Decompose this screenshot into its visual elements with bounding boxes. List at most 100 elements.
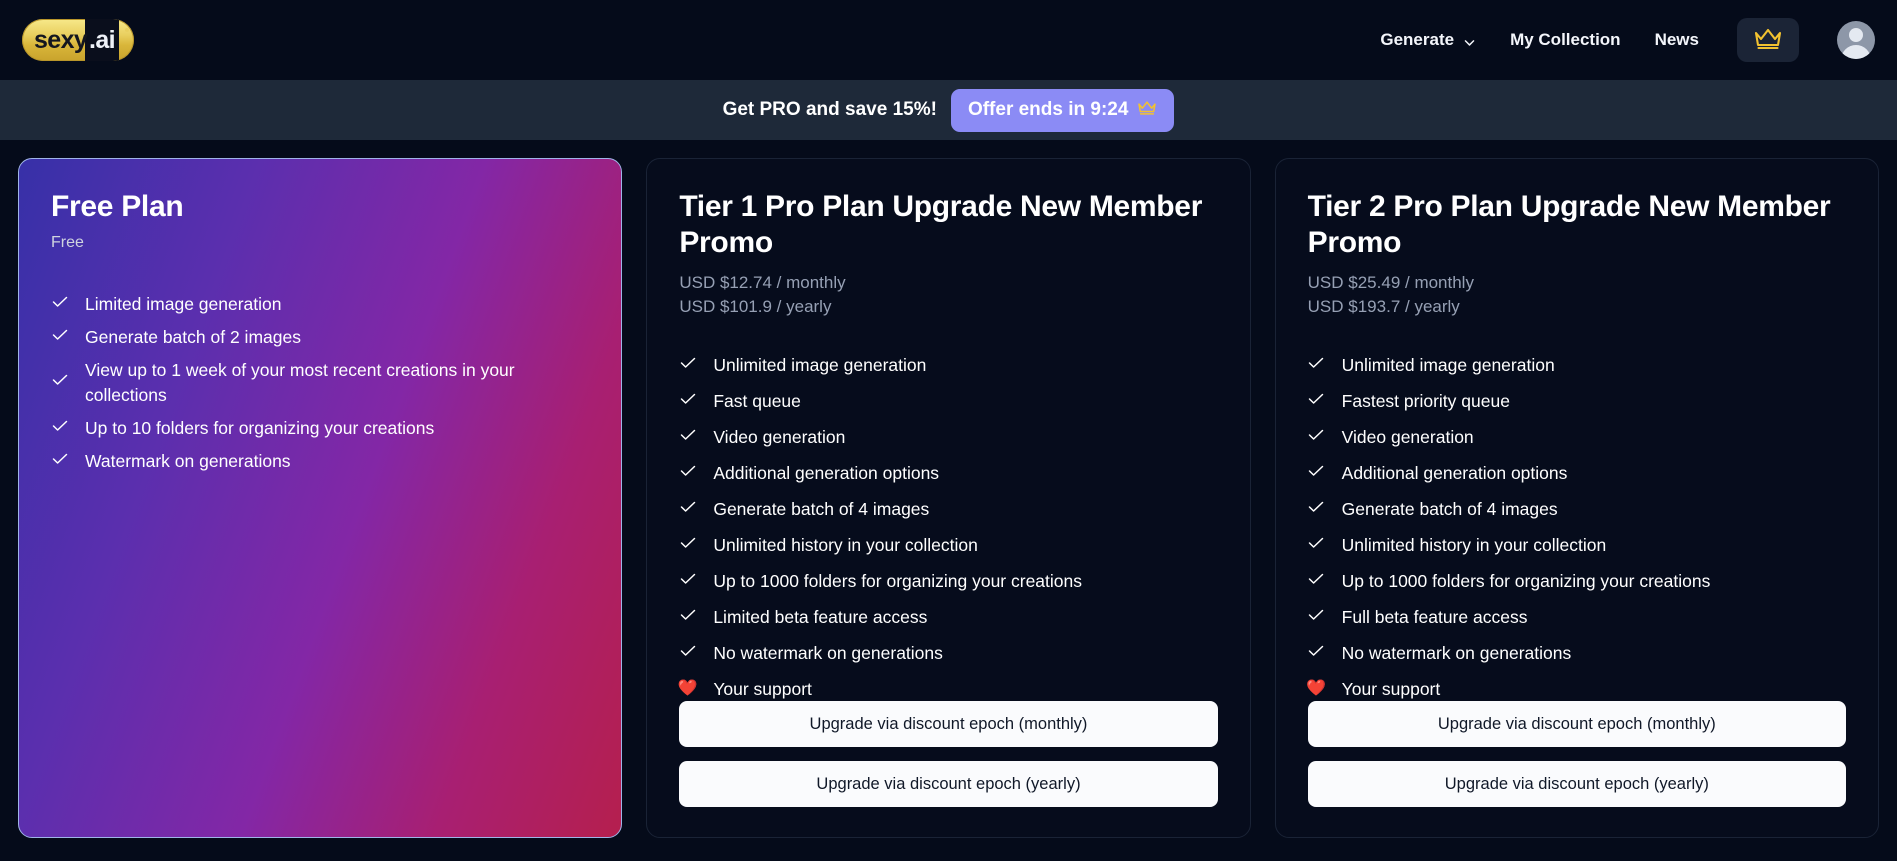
feature-item: Fast queue [679,389,1217,414]
avatar-body-icon [1841,45,1871,59]
feature-item: Generate batch of 2 images [51,325,589,350]
feature-label: No watermark on generations [713,642,943,663]
feature-item: View up to 1 week of your most recent cr… [51,358,589,408]
feature-label: Generate batch of 4 images [713,498,930,519]
feature-item: Limited beta feature access [679,605,1217,630]
check-icon [1308,389,1325,405]
feature-item: Unlimited history in your collection [679,533,1217,558]
check-icon [679,461,696,477]
crown-icon [1137,99,1157,122]
site-logo[interactable]: sexy .ai [22,19,134,61]
feature-item: No watermark on generations [679,641,1217,666]
nav-item-generate[interactable]: Generate [1380,30,1476,50]
feature-list: Limited image generation Generate batch … [51,292,589,474]
feature-label: Limited image generation [85,294,282,314]
feature-item: Generate batch of 4 images [1308,497,1846,522]
logo-dot-accent-icon [125,28,129,32]
check-icon [51,449,68,465]
cta-group: Upgrade via discount epoch (monthly) Upg… [1307,701,1846,807]
check-icon [679,569,696,585]
crown-icon [1753,26,1783,55]
feature-label: Additional generation options [713,462,940,483]
promo-headline: Get PRO and save 15%! [722,99,937,120]
check-icon [679,497,696,513]
price-monthly: USD $12.74 / monthly [679,273,846,292]
feature-label: No watermark on generations [1341,642,1572,663]
user-avatar[interactable] [1837,21,1875,59]
plans-container: Free Plan Free Limited image generation … [0,140,1897,838]
check-icon [1308,497,1325,513]
check-icon [51,292,68,308]
feature-item: Video generation [1308,425,1846,450]
nav-item-generate-label: Generate [1380,30,1455,49]
heart-icon: ❤️ [677,679,698,697]
price-monthly: USD $25.49 / monthly [1307,273,1474,292]
check-icon [51,358,68,386]
upgrade-yearly-button[interactable]: Upgrade via discount epoch (yearly) [1307,761,1846,807]
feature-label: Unlimited image generation [713,354,927,375]
check-icon [51,325,68,341]
feature-item: Limited image generation [51,292,589,317]
cta-group: Upgrade via discount epoch (monthly) Upg… [679,701,1218,807]
check-icon [679,605,696,621]
feature-item: Unlimited image generation [679,353,1217,378]
offer-countdown-pill[interactable]: Offer ends in 9:24 [950,88,1175,132]
logo-suffix-box: .ai [85,19,119,61]
feature-item: Generate batch of 4 images [679,497,1217,522]
check-icon [51,416,68,432]
check-icon [1308,569,1325,585]
feature-label: Full beta feature access [1341,606,1528,627]
feature-item: Unlimited history in your collection [1308,533,1846,558]
feature-label: Generate batch of 4 images [1341,498,1558,519]
plan-title: Tier 1 Pro Plan Upgrade New Member Promo [679,190,1203,259]
logo-text-primary: sexy [34,25,88,54]
price-block: USD $12.74 / monthly USD $101.9 / yearly [679,271,1217,319]
feature-label: Unlimited history in your collection [1341,534,1607,555]
feature-label: View up to 1 week of your most recent cr… [85,360,515,406]
upgrade-monthly-button[interactable]: Upgrade via discount epoch (monthly) [679,701,1218,747]
check-icon [1308,425,1325,441]
logo-text-suffix: .ai [89,25,116,54]
check-icon [679,425,696,441]
price-yearly: USD $193.7 / yearly [1307,296,1460,316]
feature-label: Up to 1000 folders for organizing your c… [713,570,1083,591]
feature-item: Watermark on generations [51,449,589,474]
check-icon [679,389,696,405]
feature-item: Unlimited image generation [1308,353,1846,378]
check-icon [1308,605,1325,621]
feature-label: Limited beta feature access [713,606,928,627]
nav-item-my-collection[interactable]: My Collection [1510,30,1621,50]
feature-item: Up to 1000 folders for organizing your c… [1308,569,1846,594]
plan-title: Tier 2 Pro Plan Upgrade New Member Promo [1307,190,1831,259]
check-icon [1308,533,1325,549]
check-icon [1308,461,1325,477]
feature-item: ❤️ Your support [1306,677,1846,702]
feature-item: Up to 1000 folders for organizing your c… [679,569,1217,594]
plan-title: Free Plan [51,190,184,223]
feature-item: Full beta feature access [1308,605,1846,630]
nav-item-my-collection-label: My Collection [1510,30,1621,49]
nav-item-news[interactable]: News [1655,30,1699,50]
feature-item: Fastest priority queue [1308,389,1846,414]
upgrade-crown-button[interactable] [1737,18,1799,62]
feature-label: Up to 1000 folders for organizing your c… [1341,570,1711,591]
feature-list: Unlimited image generation Fast queue Vi… [677,353,1217,702]
check-icon [1308,641,1325,657]
feature-label: Video generation [1341,426,1474,447]
feature-item: No watermark on generations [1308,641,1846,666]
feature-label: Your support [713,678,812,699]
feature-label: Up to 10 folders for organizing your cre… [85,418,435,439]
upgrade-monthly-button[interactable]: Upgrade via discount epoch (monthly) [1307,701,1846,747]
feature-label: Fastest priority queue [1341,390,1510,411]
feature-label: Watermark on generations [85,451,291,472]
feature-item: Additional generation options [679,461,1217,486]
upgrade-yearly-button[interactable]: Upgrade via discount epoch (yearly) [679,761,1218,807]
promo-banner: Get PRO and save 15%! Offer ends in 9:24 [0,80,1897,140]
feature-label: Generate batch of 2 images [85,327,301,348]
avatar-head-icon [1849,28,1863,42]
feature-list: Unlimited image generation Fastest prior… [1306,353,1846,702]
feature-label: Fast queue [713,390,801,411]
feature-label: Additional generation options [1341,462,1568,483]
feature-label: Your support [1341,678,1441,699]
feature-item: Additional generation options [1308,461,1846,486]
